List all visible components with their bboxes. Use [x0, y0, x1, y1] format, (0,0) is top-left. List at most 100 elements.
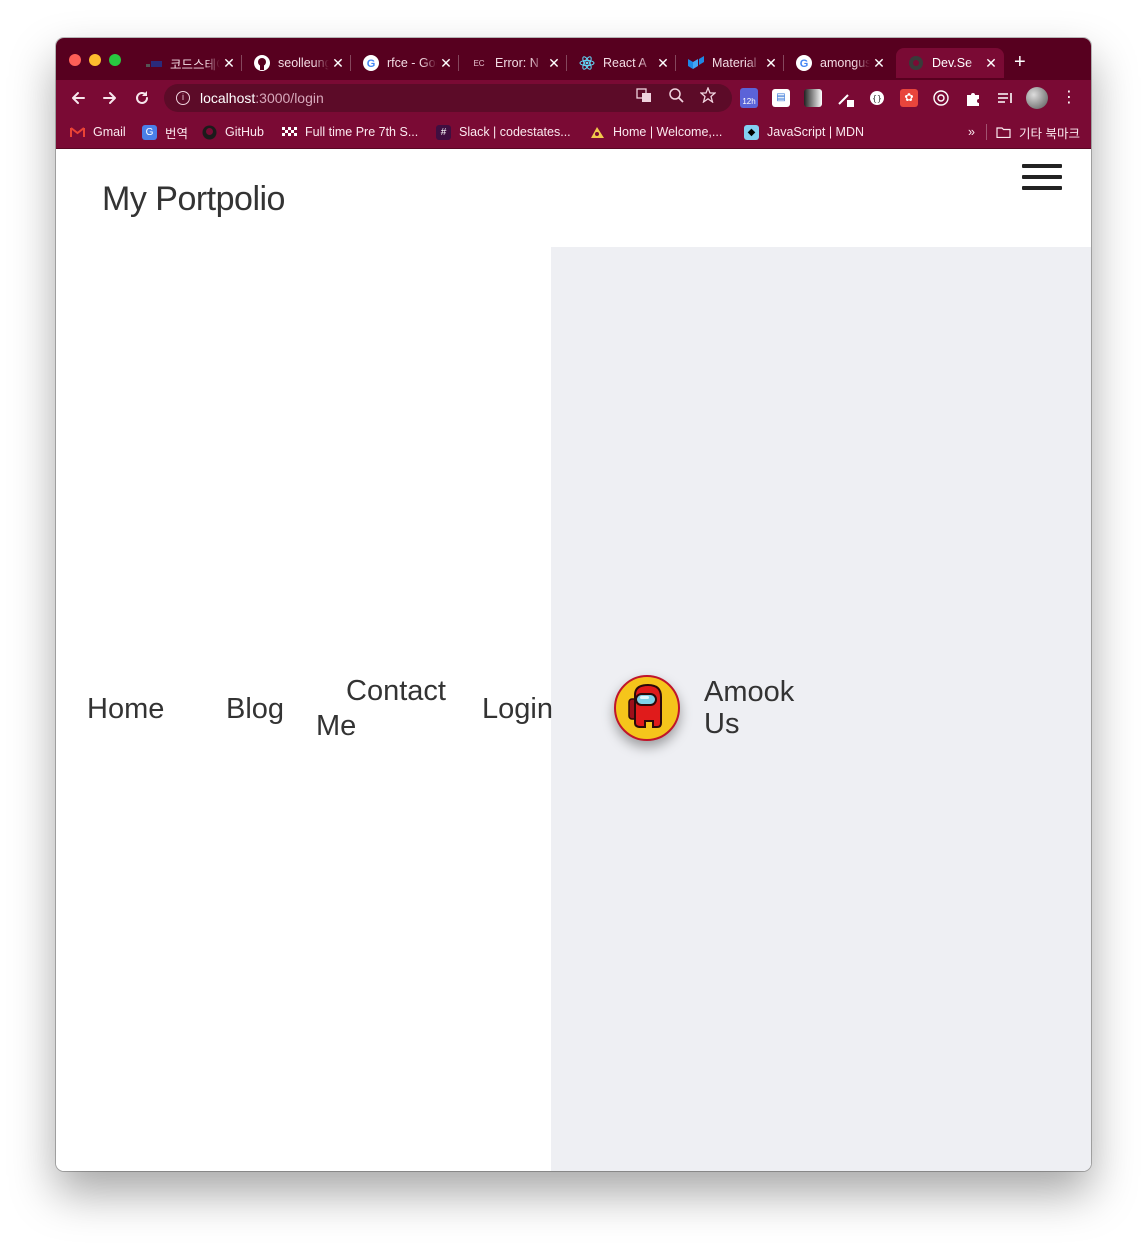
slack-icon: # [436, 124, 451, 140]
bookmark-mdn[interactable]: ◆ JavaScript | MDN [744, 123, 864, 141]
new-tab-button[interactable]: + [1014, 52, 1026, 72]
translate-icon: G [142, 124, 157, 140]
close-tab-icon[interactable]: ✕ [654, 55, 672, 72]
error-page-icon: EC [473, 58, 485, 68]
tab-material[interactable]: Material ✕ [676, 48, 784, 78]
bookmark-fulltime[interactable]: Full time Pre 7th S... [282, 123, 418, 141]
bookmarks-bar: Gmail G 번역 GitHub Full time Pre 7th S...… [56, 116, 1091, 149]
close-tab-icon[interactable]: ✕ [870, 55, 888, 72]
gradient-extension-icon[interactable] [804, 89, 822, 107]
browser-toolbar: i localhost:3000/login 12h ▤ {} ✿ ⋮ [56, 80, 1091, 116]
tab-title: amongus [820, 56, 870, 70]
bookmark-label: GitHub [225, 125, 264, 139]
gmail-icon [70, 125, 85, 140]
react-icon [579, 55, 595, 71]
bookmark-gmail[interactable]: Gmail [70, 123, 126, 141]
bookmark-github[interactable]: GitHub [202, 123, 264, 141]
bookmark-label: 번역 [165, 126, 189, 141]
back-button[interactable] [66, 86, 90, 110]
json-extension-icon[interactable]: {} [868, 89, 886, 107]
bookmarks-overflow-button[interactable]: » [968, 123, 975, 141]
close-tab-icon[interactable]: ✕ [762, 55, 780, 72]
tab-title: 코드스테이츠 [170, 57, 220, 72]
url-path: :3000/login [255, 90, 324, 106]
nav-home[interactable]: Home [87, 693, 164, 726]
codestates-icon [146, 55, 162, 71]
checkered-icon [282, 125, 297, 140]
brand-name: Amook Us [704, 676, 824, 740]
github-icon [254, 55, 270, 71]
tab-title: Dev.Se [932, 56, 973, 70]
material-ui-icon [688, 55, 704, 71]
bookmarks-divider [986, 124, 987, 140]
bookmark-label: 기타 북마크 [1019, 126, 1080, 141]
site-info-icon[interactable]: i [176, 91, 190, 105]
tab-error[interactable]: EC Error: N ✕ [459, 48, 567, 78]
target-extension-icon[interactable] [932, 89, 950, 107]
svg-text:{}: {} [872, 94, 882, 103]
translate-page-icon[interactable] [636, 87, 652, 103]
close-tab-icon[interactable]: ✕ [437, 55, 455, 72]
forward-button[interactable] [98, 86, 122, 110]
amongus-avatar [614, 675, 680, 741]
nav-contact-me[interactable]: Contact Me [316, 674, 456, 744]
reading-list-icon[interactable] [996, 89, 1014, 107]
reload-button[interactable] [130, 86, 154, 110]
tab-google-rfce[interactable]: G rfce - Google ✕ [351, 48, 459, 78]
folder-user-icon [590, 125, 605, 140]
site-logo[interactable]: My Portpolio [102, 180, 285, 219]
bookmark-label: Gmail [93, 125, 126, 139]
bookmark-translate[interactable]: G 번역 [142, 123, 188, 141]
tab-title: rfce - Google [387, 56, 437, 70]
bookmark-slack[interactable]: # Slack | codestates... [436, 123, 571, 141]
nav-blog[interactable]: Blog [226, 693, 284, 726]
bookmark-label: Slack | codestates... [459, 125, 571, 139]
brand-line1: Amook [704, 676, 795, 708]
nav-contact-line2: Me [316, 710, 357, 742]
close-window-button[interactable] [69, 54, 81, 66]
redux-devtools-icon[interactable]: ✿ [900, 89, 918, 107]
tab-devsec[interactable]: Dev.Se ✕ [896, 48, 1004, 78]
docs-extension-icon[interactable]: ▤ [772, 89, 790, 107]
extensions-puzzle-icon[interactable] [964, 89, 982, 107]
tab-title: React A [603, 56, 647, 70]
maximize-window-button[interactable] [109, 54, 121, 66]
tab-react[interactable]: React A ✕ [567, 48, 676, 78]
timer-extension-icon[interactable]: 12h [740, 88, 758, 108]
tab-title: seolleung [278, 56, 329, 70]
close-tab-icon[interactable]: ✕ [220, 55, 238, 72]
nav-login[interactable]: Login [482, 693, 553, 726]
tab-strip: 코드스테이츠 ✕ seolleung ✕ G rfce - Google ✕ E… [56, 38, 1091, 80]
profile-avatar[interactable] [1026, 87, 1048, 109]
tab-github[interactable]: seolleung ✕ [242, 48, 351, 78]
devsec-icon [908, 55, 924, 71]
eyedropper-extension-icon[interactable] [836, 89, 854, 107]
mdn-icon: ◆ [744, 124, 759, 140]
svg-text:G: G [367, 58, 376, 70]
minimize-window-button[interactable] [89, 54, 101, 66]
tab-title: Error: N [495, 56, 539, 70]
hamburger-menu-icon[interactable] [1022, 164, 1062, 190]
bookmark-label: Full time Pre 7th S... [305, 125, 419, 139]
close-tab-icon[interactable]: ✕ [545, 55, 563, 72]
folder-icon [996, 125, 1011, 140]
url-host: localhost [200, 90, 256, 106]
page-viewport: My Portpolio Home Blog Contact Me Login … [56, 149, 1091, 1171]
close-tab-icon[interactable]: ✕ [329, 55, 347, 72]
github-icon [202, 125, 217, 140]
other-bookmarks-folder[interactable]: 기타 북마크 [996, 123, 1080, 141]
zoom-icon[interactable] [668, 87, 684, 103]
browser-window: 코드스테이츠 ✕ seolleung ✕ G rfce - Google ✕ E… [56, 38, 1091, 1171]
google-icon: G [796, 55, 812, 71]
bookmark-label: JavaScript | MDN [767, 125, 865, 139]
google-icon: G [363, 55, 379, 71]
svg-text:G: G [800, 58, 809, 70]
bookmark-star-icon[interactable] [699, 86, 717, 104]
brand-line2: Us [704, 708, 740, 740]
timer-badge: 12h [742, 97, 756, 106]
close-tab-icon[interactable]: ✕ [982, 55, 1000, 72]
bookmark-home-welcome[interactable]: Home | Welcome,... [590, 123, 722, 141]
tab-codestates[interactable]: 코드스테이츠 ✕ [134, 48, 242, 78]
browser-menu-icon[interactable]: ⋮ [1060, 89, 1078, 107]
tab-google-amongus[interactable]: G amongus ✕ [784, 48, 892, 78]
